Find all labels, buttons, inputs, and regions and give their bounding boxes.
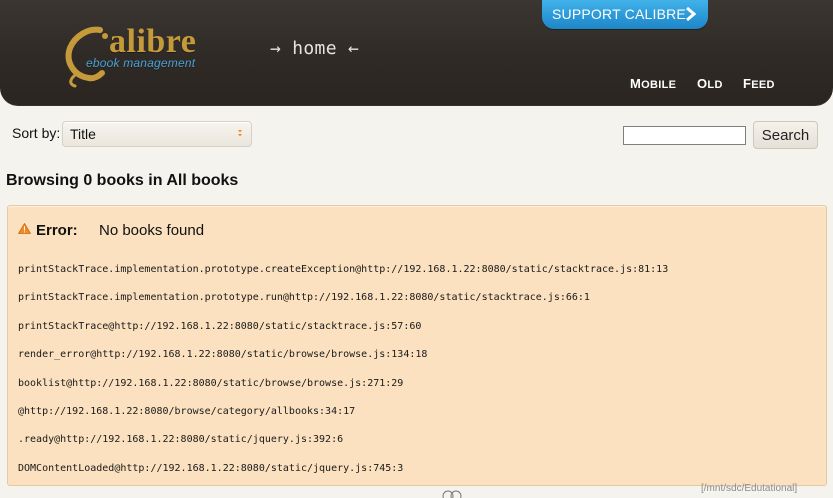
nav-mobile-first: M [630,76,642,91]
path-watermark: [/mnt/sdc/Edutational] [701,483,798,494]
calibre-logo[interactable]: alibre ebook management [60,18,200,88]
support-label: SUPPORT CALIBRE [552,6,686,22]
nav-old-first: O [697,76,708,91]
browse-title: Browsing 0 books in All books [6,172,239,189]
home-label: home [292,38,337,59]
stack-trace-line: DOMContentLoaded@http://192.168.1.22:808… [18,462,404,474]
search-button[interactable]: Search [753,121,818,149]
home-right-arrow: ← [347,38,360,59]
stack-trace: printStackTrace.implementation.prototype… [18,256,818,483]
sort-value: Title [70,126,96,142]
nav-old-rest: LD [707,79,723,91]
nav-feed-first: F [743,76,752,91]
home-link[interactable]: → home ← [270,38,359,59]
chevron-right-icon [686,7,697,21]
stack-trace-line: .ready@http://192.168.1.22:8080/static/j… [18,434,344,446]
nav-mobile-rest: OBILE [641,79,677,91]
stack-trace-line: printStackTrace.implementation.prototype… [18,264,669,275]
nav-feed-link[interactable]: FEED [743,76,775,92]
sort-select[interactable]: Title [62,121,252,147]
error-panel: Error: No books found printStackTrace.im… [7,205,827,486]
stack-trace-line: printStackTrace.implementation.prototype… [18,292,590,304]
warning-icon [18,223,31,234]
stack-trace-line: booklist@http://192.168.1.22:8080/static… [18,377,404,389]
nav-feed-rest: EED [751,79,775,91]
nav-old-link[interactable]: OLD [697,76,723,92]
nav-mobile-link[interactable]: MOBILE [630,76,676,92]
stack-trace-line: render_error@http://192.168.1.22:8080/st… [18,349,428,361]
logo-subtitle: ebook management [86,56,196,70]
support-calibre-button[interactable]: SUPPORT CALIBRE [542,0,708,29]
error-message: No books found [99,222,205,239]
ornament-icon [442,490,462,498]
chevron-down-icon [238,130,242,137]
sort-label: Sort by: [12,125,61,141]
home-left-arrow: → [270,38,282,59]
error-label: Error: [36,222,78,239]
stack-trace-line: printStackTrace@http://192.168.1.22:8080… [18,320,422,332]
stack-trace-line: @http://192.168.1.22:8080/browse/categor… [18,405,356,417]
search-input[interactable] [623,126,746,145]
site-header: alibre ebook management → home ← SUPPORT… [0,0,833,106]
